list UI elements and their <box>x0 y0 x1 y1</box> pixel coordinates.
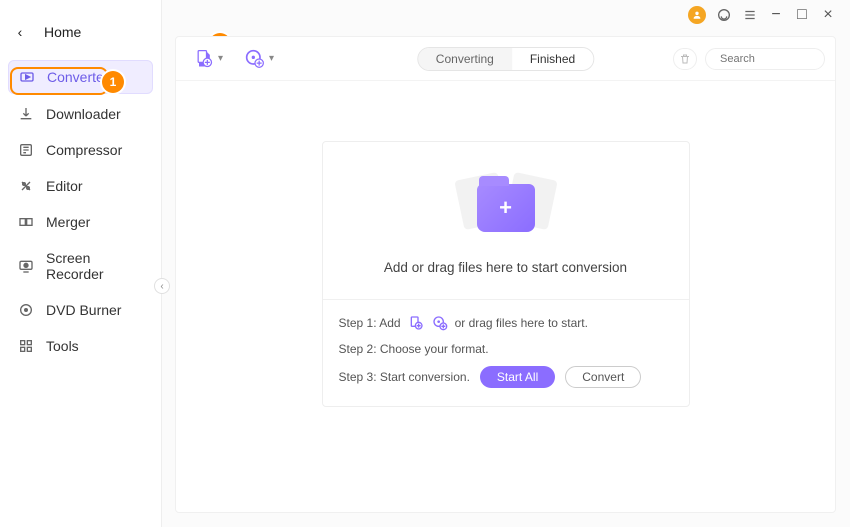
add-disc-button[interactable]: ▾ <box>241 45 278 73</box>
start-all-button[interactable]: Start All <box>480 366 555 388</box>
downloader-icon <box>18 106 34 122</box>
back-chevron-icon[interactable]: ‹ <box>12 24 28 40</box>
screen-recorder-icon <box>18 258 34 274</box>
sidebar-item-label: Screen Recorder <box>46 250 143 282</box>
step-2: Step 2: Choose your format. <box>339 342 673 356</box>
editor-icon <box>18 178 34 194</box>
titlebar: − □ × <box>674 0 850 30</box>
step1-pre: Step 1: Add <box>339 316 401 330</box>
sidebar-item-label: Merger <box>46 214 90 230</box>
chevron-down-icon: ▾ <box>269 53 274 64</box>
home-label[interactable]: Home <box>44 24 81 40</box>
tab-finished[interactable]: Finished <box>512 48 593 70</box>
maximize-button[interactable]: □ <box>794 7 810 23</box>
close-button[interactable]: × <box>820 7 836 23</box>
chevron-down-icon: ▾ <box>218 53 223 64</box>
tab-converting[interactable]: Converting <box>418 48 512 70</box>
dropzone-upper: + Add or drag files here to start conver… <box>323 142 689 300</box>
sidebar-item-screen-recorder[interactable]: Screen Recorder <box>8 242 153 290</box>
search-box[interactable] <box>705 48 825 70</box>
convert-button[interactable]: Convert <box>565 366 641 388</box>
user-avatar[interactable] <box>688 6 706 24</box>
plus-icon: + <box>499 197 512 219</box>
main-panel: ▾ ▾ Converting Finished <box>175 36 836 513</box>
menu-icon[interactable] <box>742 7 758 23</box>
minimize-button[interactable]: − <box>768 7 784 23</box>
merger-icon <box>18 214 34 230</box>
sidebar-item-merger[interactable]: Merger <box>8 206 153 238</box>
step-1: Step 1: Add or drag files here to start. <box>339 314 673 332</box>
add-file-mini-icon[interactable] <box>407 314 425 332</box>
converter-icon <box>19 69 35 85</box>
sidebar-item-label: Tools <box>46 338 79 354</box>
dvd-burner-icon <box>18 302 34 318</box>
search-input[interactable] <box>720 53 836 65</box>
toolbar: ▾ ▾ Converting Finished <box>176 37 835 81</box>
sidebar-item-label: Downloader <box>46 106 121 122</box>
status-tabs: Converting Finished <box>417 47 594 71</box>
folder-illustration: + <box>451 170 561 242</box>
sidebar-item-label: Compressor <box>46 142 122 158</box>
dropzone[interactable]: + Add or drag files here to start conver… <box>322 141 690 407</box>
sidebar-item-converter[interactable]: Converter <box>8 60 153 94</box>
sidebar: ‹ Home Converter Downloader Compressor <box>0 0 162 527</box>
compressor-icon <box>18 142 34 158</box>
support-icon[interactable] <box>716 7 732 23</box>
add-disc-mini-icon[interactable] <box>431 314 449 332</box>
sidebar-item-editor[interactable]: Editor <box>8 170 153 202</box>
sidebar-item-compressor[interactable]: Compressor <box>8 134 153 166</box>
trash-button[interactable] <box>673 48 697 70</box>
step-3: Step 3: Start conversion. <box>339 370 470 384</box>
sidebar-item-label: Converter <box>47 69 108 85</box>
sidebar-item-downloader[interactable]: Downloader <box>8 98 153 130</box>
sidebar-item-label: Editor <box>46 178 83 194</box>
tools-icon <box>18 338 34 354</box>
sidebar-item-label: DVD Burner <box>46 302 121 318</box>
dropzone-prompt: Add or drag files here to start conversi… <box>384 260 627 275</box>
sidebar-collapse-handle[interactable]: ‹ <box>154 278 170 294</box>
sidebar-item-dvd-burner[interactable]: DVD Burner <box>8 294 153 326</box>
nav-list: Converter Downloader Compressor Editor M… <box>8 60 153 362</box>
step1-post: or drag files here to start. <box>455 316 588 330</box>
callout-badge-1: 1 <box>102 71 124 93</box>
back-row: ‹ Home <box>12 24 149 40</box>
toolbar-right <box>673 48 825 70</box>
sidebar-item-tools[interactable]: Tools <box>8 330 153 362</box>
steps-panel: Step 1: Add or drag files here to start.… <box>323 300 689 406</box>
step-3-row: Step 3: Start conversion. Start All Conv… <box>339 366 673 388</box>
add-file-button[interactable]: ▾ <box>190 45 227 73</box>
